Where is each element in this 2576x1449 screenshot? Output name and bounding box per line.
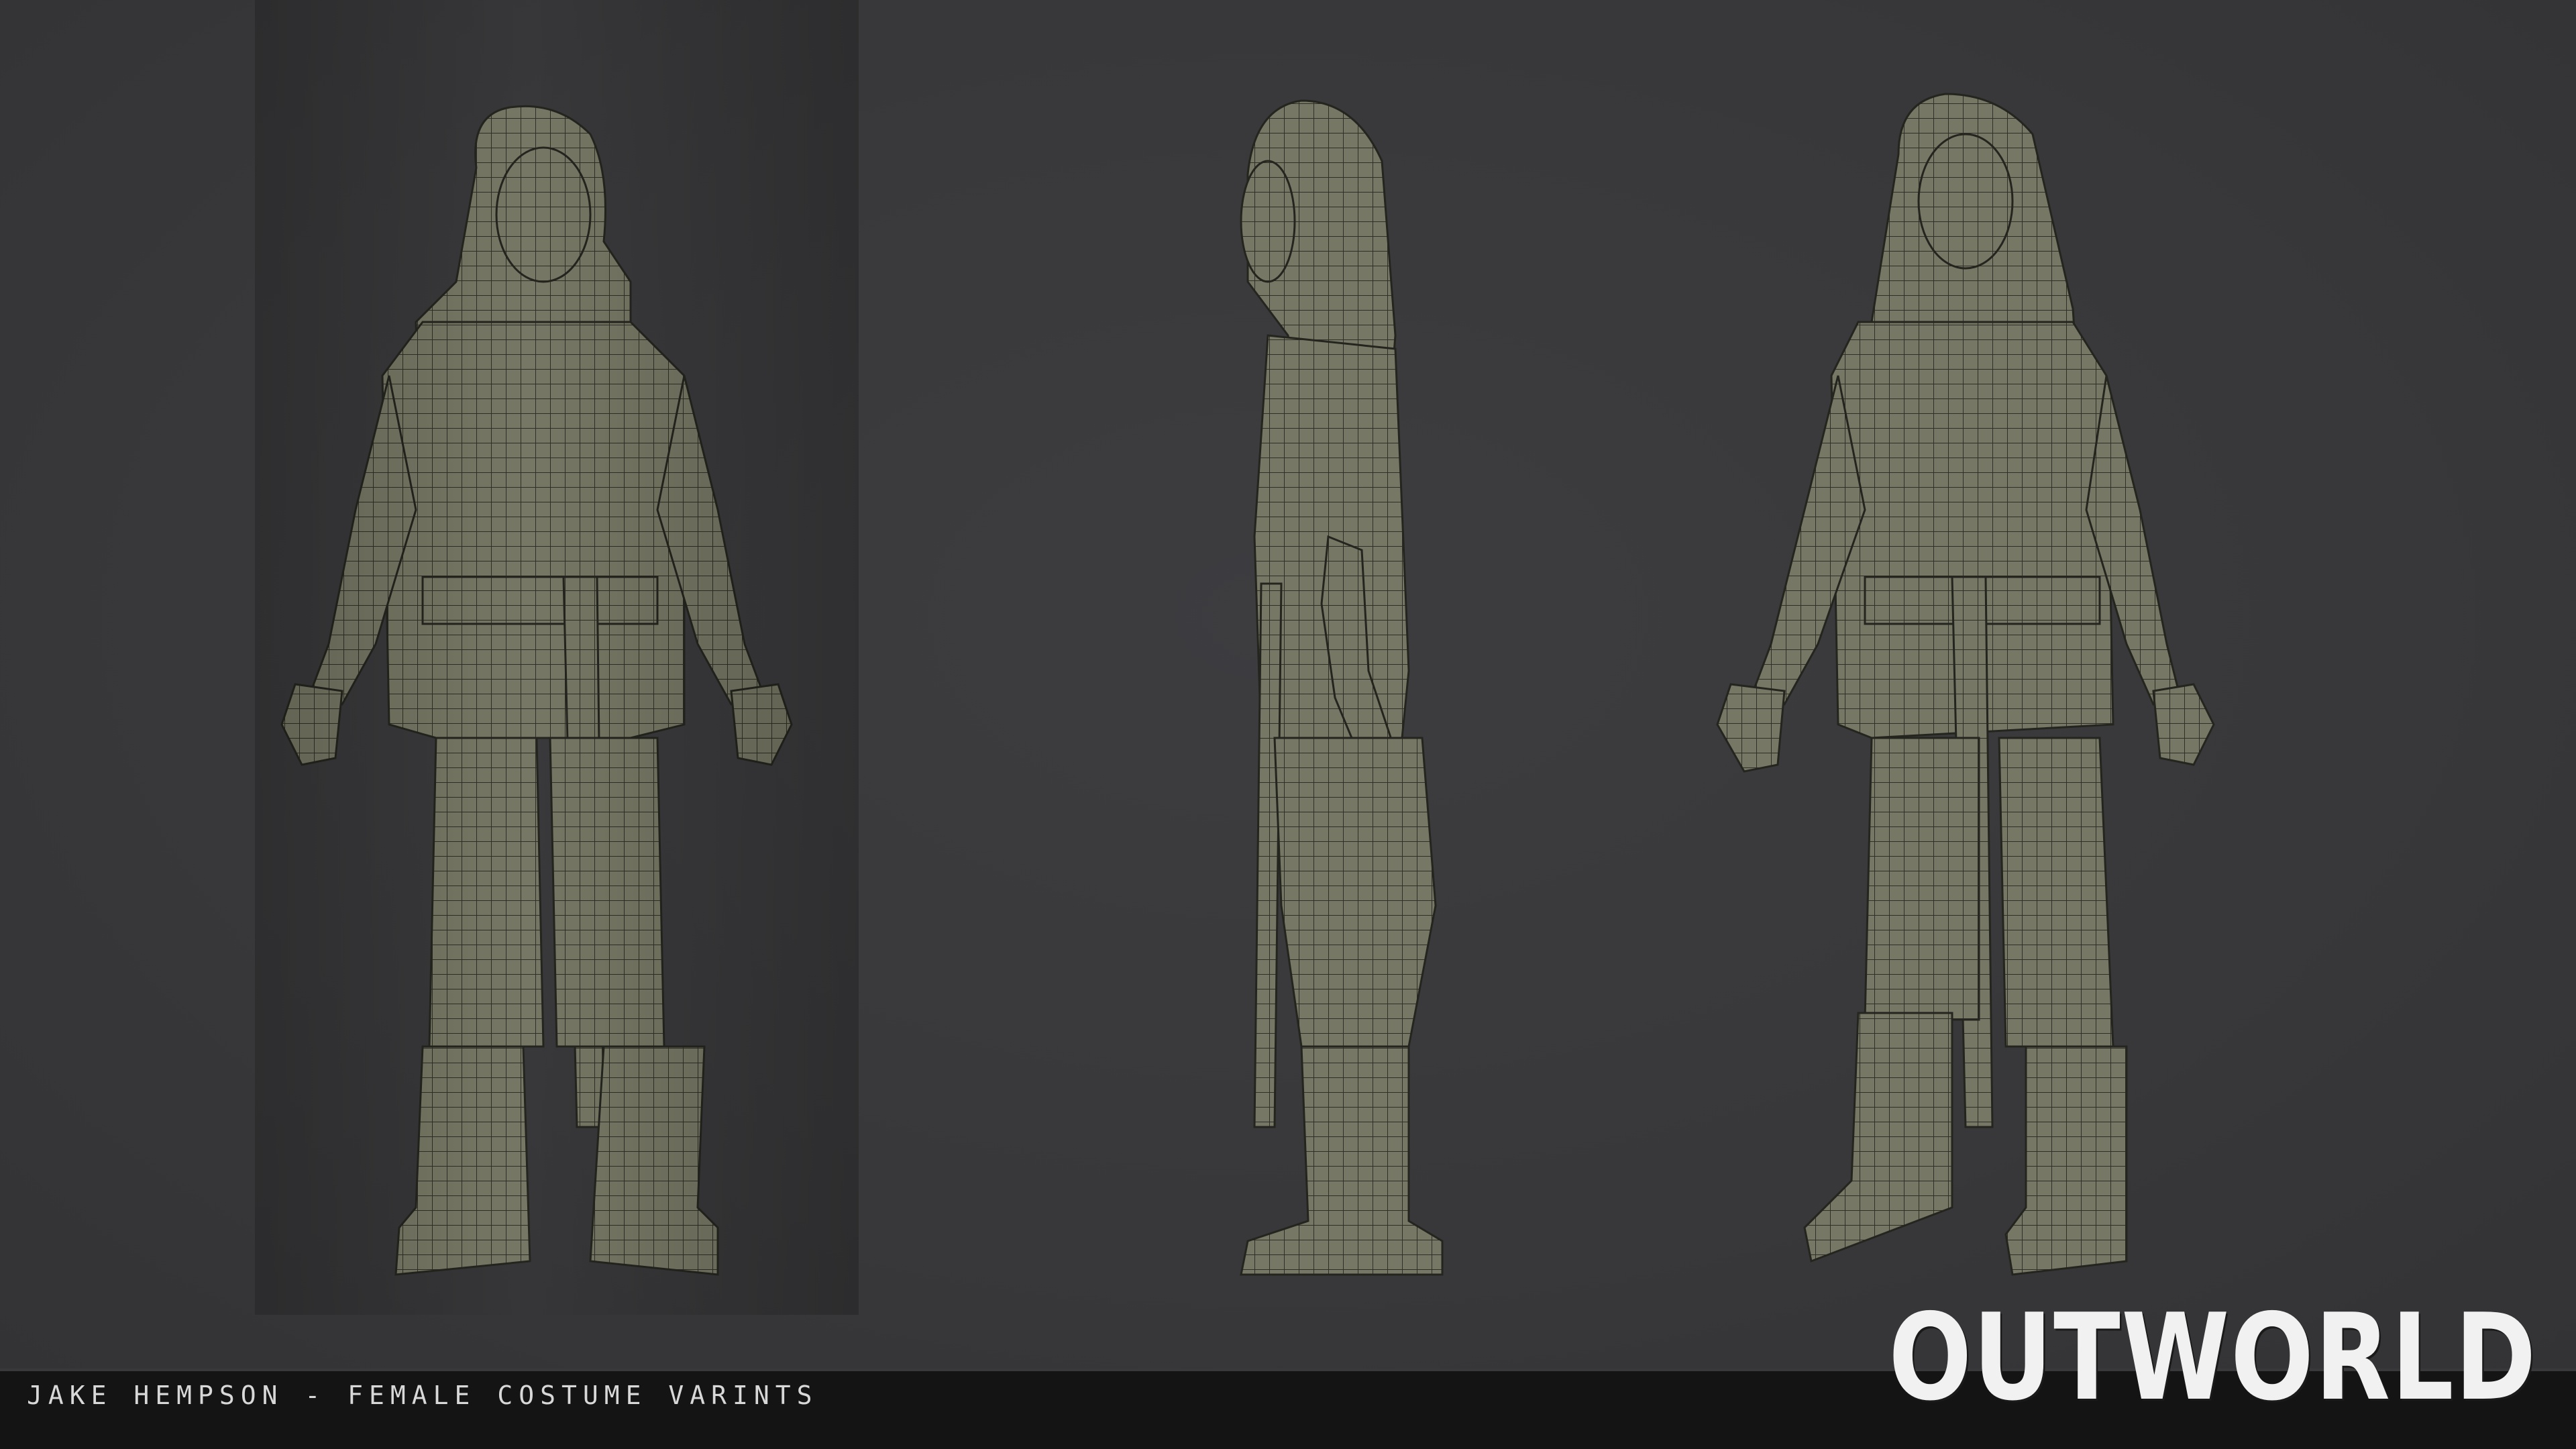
side-mesh	[1240, 99, 1444, 1276]
three-quarter-view-figure	[1697, 0, 2247, 1315]
side-view-figure	[1181, 0, 1516, 1315]
credit-caption: JAKE HEMPSON - FEMALE COSTUME VARINTS	[27, 1381, 818, 1410]
render-viewport	[0, 0, 2576, 1368]
front-view-figure	[255, 0, 859, 1315]
outworld-logo: OUTWORLD	[1888, 1288, 2537, 1427]
three-quarter-mesh	[1716, 93, 2215, 1276]
